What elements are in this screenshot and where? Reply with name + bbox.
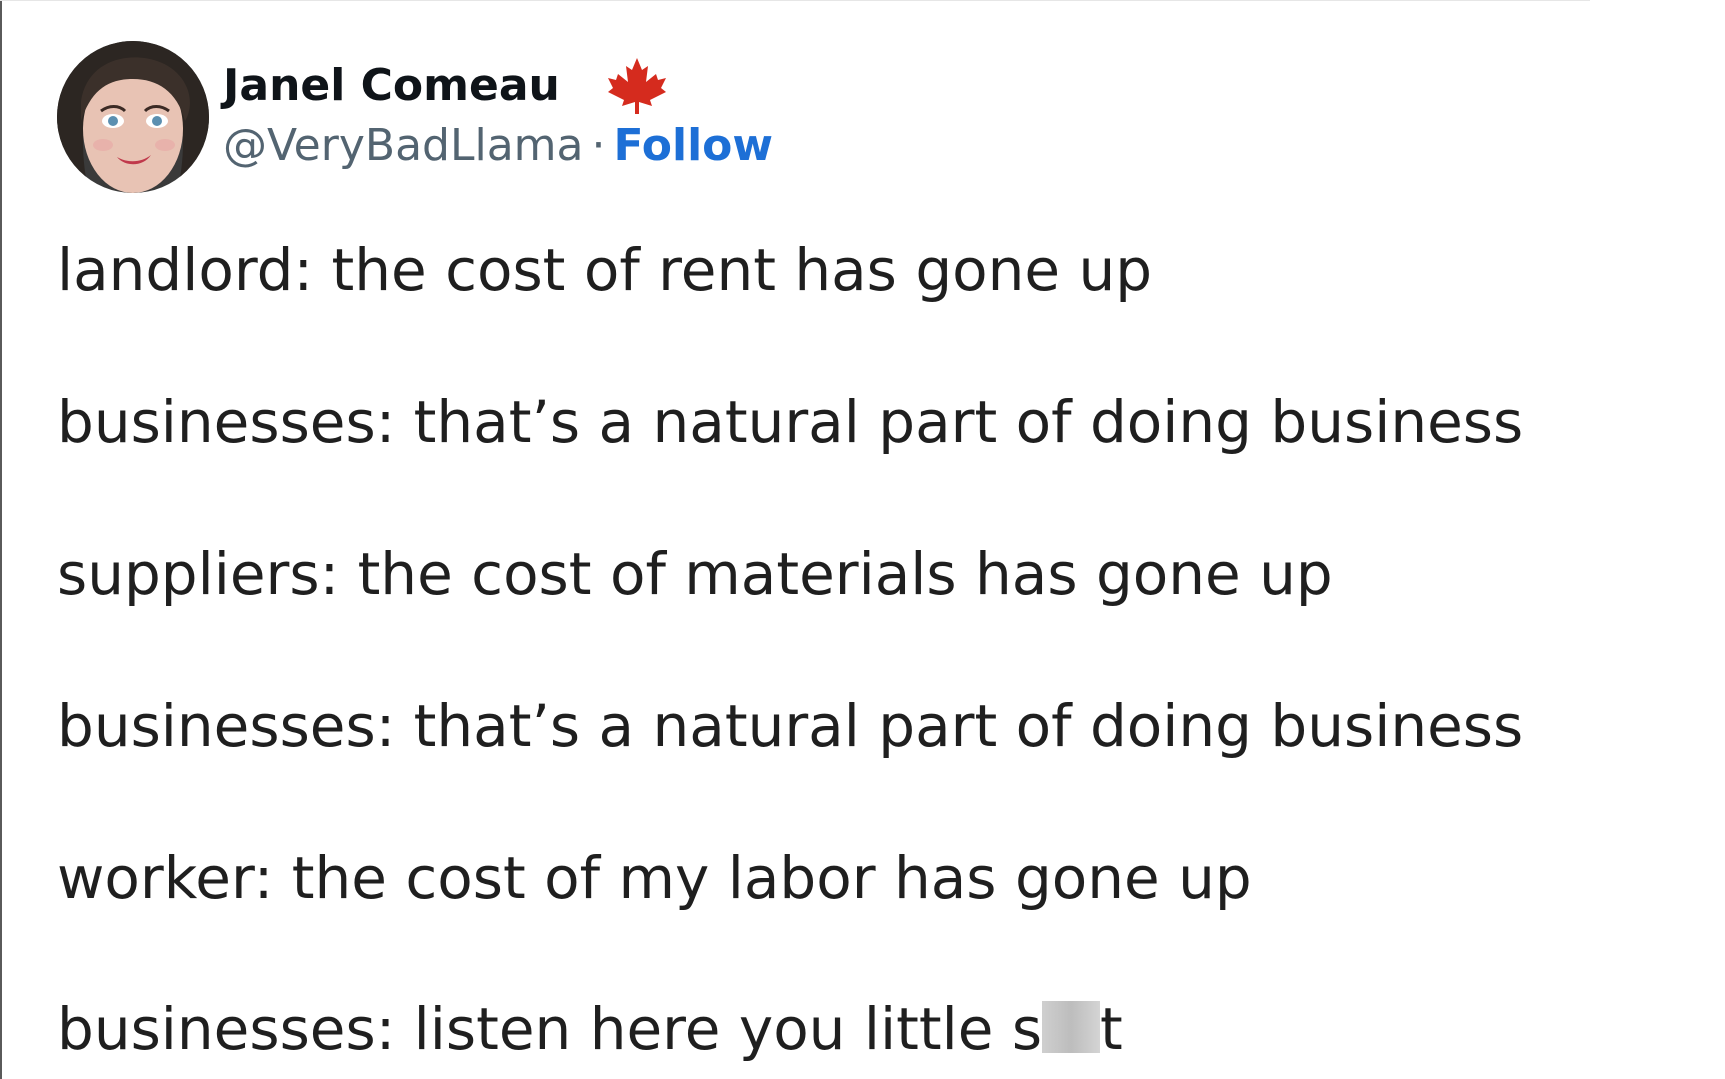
censor-block xyxy=(1042,1001,1101,1053)
author-handle[interactable]: @VeryBadLlama xyxy=(223,120,584,171)
author-meta-row: @VeryBadLlama · Follow xyxy=(223,118,773,174)
tweet-line-last: businesses: listen here you little s t xyxy=(57,994,1123,1064)
tweet-line-last-prefix: businesses: listen here you little s xyxy=(57,995,1043,1063)
frame-left-border xyxy=(0,0,2,1079)
meta-separator: · xyxy=(591,120,606,171)
avatar[interactable] xyxy=(57,41,209,193)
canada-maple-leaf-icon xyxy=(608,58,666,114)
avatar-image xyxy=(57,41,209,193)
frame-top-border xyxy=(0,0,1590,1)
tweet-line: businesses: that’s a natural part of doi… xyxy=(57,388,1524,456)
tweet-line: suppliers: the cost of materials has gon… xyxy=(57,540,1333,608)
tweet-line: landlord: the cost of rent has gone up xyxy=(57,236,1153,304)
author-display-name[interactable]: Janel Comeau xyxy=(223,58,560,114)
tweet-line: businesses: that’s a natural part of doi… xyxy=(57,692,1524,760)
tweet-line: worker: the cost of my labor has gone up xyxy=(57,844,1252,912)
tweet-line-last-suffix: t xyxy=(1100,995,1123,1063)
follow-button[interactable]: Follow xyxy=(614,120,774,171)
